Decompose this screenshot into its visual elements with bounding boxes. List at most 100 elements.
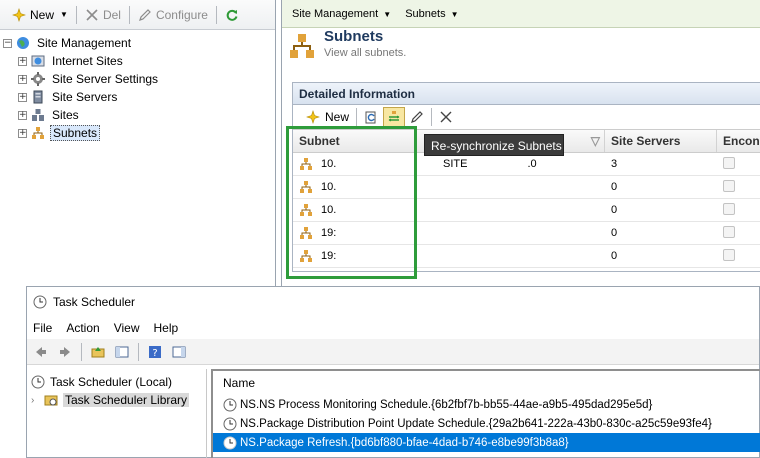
- tree-item-label: Task Scheduler Library: [63, 393, 190, 407]
- task-scheduler-window: Task Scheduler File Action View Help ? T…: [26, 286, 760, 458]
- help-icon: ?: [148, 345, 162, 359]
- panel-header: Detailed Information: [293, 83, 760, 105]
- new-button-label: New: [30, 7, 55, 22]
- chevron-right-icon[interactable]: ›: [31, 395, 39, 406]
- column-header-encon[interactable]: Encon: [717, 130, 760, 152]
- task-name: NS.Package Refresh.{bd6bf880-bfae-4dad-b…: [240, 436, 569, 449]
- tree-item-label: Subnets: [50, 125, 101, 141]
- new-button[interactable]: New ▼: [6, 4, 74, 26]
- toolbar-divider: [75, 5, 77, 24]
- site-extra-cell: .0: [527, 158, 537, 170]
- menu-file[interactable]: File: [33, 321, 52, 335]
- encon-checkbox[interactable]: [723, 225, 735, 238]
- tree-item-site-server-settings[interactable]: + Site Server Settings: [0, 70, 275, 88]
- task-item[interactable]: NS.Package Distribution Point Update Sch…: [213, 414, 760, 433]
- delete-button-label: Del: [102, 7, 121, 22]
- toolbar-divider: [356, 108, 358, 126]
- breadcrumb: Site Management ▼ Subnets ▼: [282, 0, 760, 28]
- tree-item-label: Internet Sites: [52, 54, 123, 68]
- site-servers-cell: 0: [611, 250, 618, 262]
- server-icon: [31, 90, 45, 104]
- action-pane-button[interactable]: [169, 342, 189, 362]
- tree-item-label: Site Management: [37, 36, 132, 50]
- chevron-down-icon: ▼: [383, 9, 392, 19]
- resync-subnets-button[interactable]: [383, 107, 406, 127]
- new-star-icon: [12, 7, 26, 22]
- edit-button[interactable]: [407, 107, 427, 127]
- site-management-tree: − Site Management + Internet Sites + Sit…: [0, 30, 275, 142]
- svg-text:?: ?: [152, 348, 157, 359]
- expand-icon[interactable]: +: [18, 110, 27, 120]
- clock-icon: [223, 436, 237, 450]
- help-button[interactable]: ?: [145, 342, 165, 362]
- tree-item-internet-sites[interactable]: + Internet Sites: [0, 52, 275, 70]
- expand-icon[interactable]: +: [18, 56, 27, 66]
- ts-tree-pane: Task Scheduler (Local) › Task Scheduler …: [27, 369, 207, 458]
- menu-view[interactable]: View: [114, 321, 140, 335]
- task-list: Name NS.NS Process Monitoring Schedule.{…: [211, 369, 760, 458]
- close-icon: [439, 110, 453, 124]
- collapse-icon[interactable]: −: [3, 38, 12, 48]
- column-header-name[interactable]: Name: [213, 371, 760, 395]
- breadcrumb-site-management[interactable]: Site Management ▼: [292, 8, 391, 20]
- tree-item-sites[interactable]: + Sites: [0, 106, 275, 124]
- refresh-icon: [225, 8, 239, 22]
- up-folder-button[interactable]: [88, 342, 108, 362]
- refresh-button[interactable]: [219, 4, 245, 26]
- refresh-page-icon: [364, 110, 378, 124]
- tree-item-task-scheduler-library[interactable]: › Task Scheduler Library: [27, 391, 206, 409]
- configure-button[interactable]: Configure: [132, 4, 214, 26]
- encon-checkbox[interactable]: [723, 179, 735, 192]
- encon-checkbox[interactable]: [723, 202, 735, 215]
- expand-icon[interactable]: +: [18, 128, 27, 138]
- clock-icon: [223, 417, 237, 431]
- column-header-site-servers[interactable]: Site Servers: [605, 130, 717, 152]
- tree-item-task-scheduler-local[interactable]: Task Scheduler (Local): [27, 373, 206, 391]
- toolbar-divider: [128, 5, 130, 24]
- web-site-icon: [31, 54, 45, 68]
- breadcrumb-label: Site Management: [292, 7, 379, 20]
- forward-button[interactable]: [55, 342, 75, 362]
- tree-item-label: Site Server Settings: [52, 72, 159, 86]
- clock-icon: [33, 295, 47, 309]
- delete-button[interactable]: [436, 107, 456, 127]
- gear-icon: [31, 72, 45, 86]
- subnet-icon: [31, 126, 45, 140]
- refresh-list-button[interactable]: [361, 107, 381, 127]
- tree-item-label: Site Servers: [52, 90, 118, 104]
- encon-checkbox[interactable]: [723, 156, 735, 169]
- tree-item-label: Task Scheduler (Local): [50, 375, 173, 389]
- tree-item-site-servers[interactable]: + Site Servers: [0, 88, 275, 106]
- arrow-left-icon: [34, 345, 48, 359]
- site-servers-cell: 3: [611, 158, 618, 170]
- breadcrumb-label: Subnets: [405, 7, 446, 20]
- show-hide-tree-button[interactable]: [112, 342, 132, 362]
- pencil-icon: [138, 8, 152, 22]
- menu-action[interactable]: Action: [66, 321, 99, 335]
- tree-item-subnets[interactable]: + Subnets: [0, 124, 275, 142]
- menu-help[interactable]: Help: [154, 321, 179, 335]
- site-cell: SITE: [443, 158, 468, 170]
- sites-icon: [31, 108, 45, 122]
- resync-tooltip: Re-synchronize Subnets: [424, 134, 564, 156]
- toolbar-divider: [431, 108, 433, 126]
- expand-icon[interactable]: +: [18, 92, 27, 102]
- expand-icon[interactable]: +: [18, 74, 27, 84]
- delete-button[interactable]: Del: [79, 4, 127, 26]
- new-subnet-button[interactable]: New: [303, 107, 352, 127]
- page-header: Subnets View all subnets.: [288, 28, 406, 68]
- encon-checkbox[interactable]: [723, 248, 735, 261]
- breadcrumb-subnets[interactable]: Subnets ▼: [405, 8, 458, 20]
- toolbar-divider: [81, 342, 82, 361]
- tree-item-site-management[interactable]: − Site Management: [0, 34, 275, 52]
- clock-icon: [223, 398, 237, 412]
- new-button-label: New: [325, 110, 350, 124]
- task-item-selected[interactable]: NS.Package Refresh.{bd6bf880-bfae-4dad-b…: [213, 433, 760, 452]
- resync-icon: [387, 110, 401, 124]
- task-item[interactable]: NS.NS Process Monitoring Schedule.{6b2fb…: [213, 395, 760, 414]
- toolbar-divider: [215, 5, 217, 24]
- subnet-column-highlight-box: [286, 126, 417, 279]
- configure-button-label: Configure: [155, 7, 208, 22]
- back-button[interactable]: [31, 342, 51, 362]
- chevron-down-icon: ▼: [450, 9, 459, 19]
